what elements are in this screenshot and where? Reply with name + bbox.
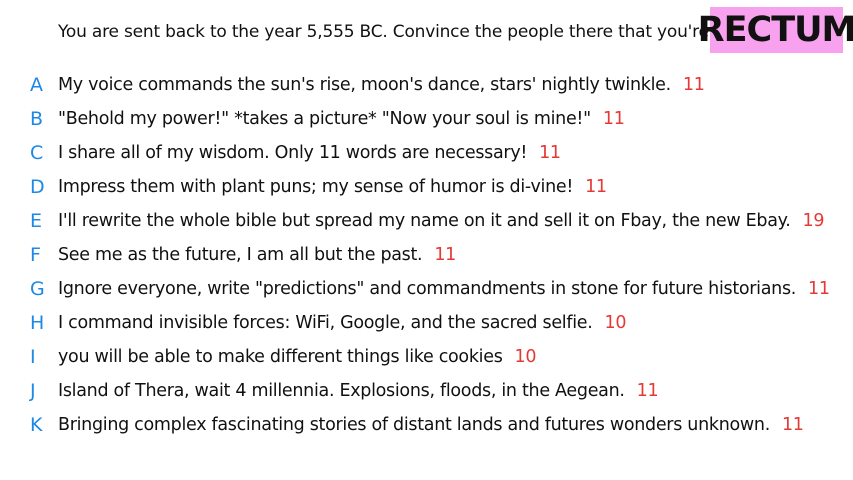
answer-score: 10	[514, 347, 537, 367]
answer-letter: B	[30, 108, 44, 130]
answer-body: See me as the future, I am all but the p…	[58, 245, 423, 265]
answer-text: "Behold my power!" *takes a picture* "No…	[58, 109, 625, 129]
answer-score: 11	[539, 143, 561, 163]
answer-text: I share all of my wisdom. Only 11 words …	[58, 143, 561, 163]
answer-text: I'll rewrite the whole bible but spread …	[58, 211, 824, 231]
game-title-badge: RECTUM	[698, 7, 853, 53]
answer-score: 11	[636, 381, 659, 401]
prompt-text: You are sent back to the year 5,555 BC. …	[58, 22, 767, 42]
answer-letter: C	[30, 142, 44, 164]
answer-letter: K	[30, 414, 43, 436]
game-screen: You are sent back to the year 5,555 BC. …	[0, 0, 853, 480]
answer-letter: I	[30, 346, 36, 368]
answer-body: I command invisible forces: WiFi, Google…	[58, 313, 593, 333]
answer-score: 10	[604, 313, 627, 333]
answer-score: 11	[585, 177, 607, 197]
answer-body: "Behold my power!" *takes a picture* "No…	[58, 109, 591, 129]
answer-body: I'll rewrite the whole bible but spread …	[58, 211, 791, 231]
answer-score: 11	[682, 75, 705, 95]
answer-letter: A	[30, 74, 43, 96]
answer-body: My voice commands the sun's rise, moon's…	[58, 75, 671, 95]
answer-score: 11	[808, 279, 830, 299]
answer-score: 19	[802, 211, 825, 231]
answer-letter: G	[30, 278, 45, 300]
answer-text: See me as the future, I am all but the p…	[58, 245, 456, 265]
game-title: RECTUM	[697, 10, 853, 50]
answer-text: My voice commands the sun's rise, moon's…	[58, 75, 705, 95]
answer-body: Impress them with plant puns; my sense o…	[58, 177, 574, 197]
answer-text: Bringing complex fascinating stories of …	[58, 415, 804, 435]
answer-letter: E	[30, 210, 43, 232]
answer-text: I command invisible forces: WiFi, Google…	[58, 313, 626, 333]
answer-letter: F	[30, 244, 41, 266]
answer-body: Bringing complex fascinating stories of …	[58, 415, 770, 435]
answer-body: Island of Thera, wait 4 millennia. Explo…	[58, 381, 625, 401]
answer-text: Island of Thera, wait 4 millennia. Explo…	[58, 381, 659, 401]
answer-letter: J	[30, 380, 36, 402]
answer-body: I share all of my wisdom. Only 11 words …	[58, 143, 528, 163]
answer-score: 11	[434, 245, 456, 265]
answer-text: Impress them with plant puns; my sense o…	[58, 177, 607, 197]
answer-body: Ignore everyone, write "predictions" and…	[58, 279, 797, 299]
answer-letter: D	[30, 176, 45, 198]
answer-score: 11	[781, 415, 804, 435]
answer-body: you will be able to make different thing…	[58, 347, 503, 367]
answer-letter: H	[30, 312, 45, 334]
answer-text: Ignore everyone, write "predictions" and…	[58, 279, 830, 299]
answer-score: 11	[602, 109, 625, 129]
answer-text: you will be able to make different thing…	[58, 347, 536, 367]
